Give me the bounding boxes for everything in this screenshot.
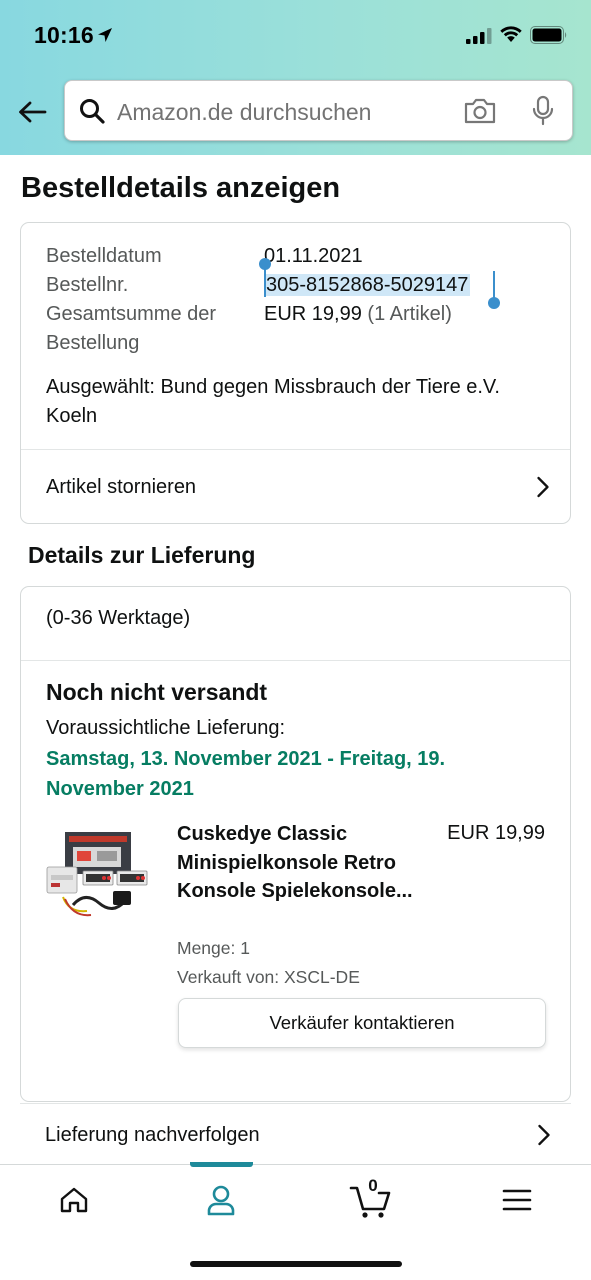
order-total-label: Gesamtsumme der Bestellung <box>46 303 217 354</box>
order-total-items: (1 Artikel) <box>367 303 452 325</box>
status-time: 10:16 <box>34 22 94 48</box>
expected-delivery-label: Voraussichtliche Lieferung: <box>46 717 286 739</box>
cancel-items-row[interactable]: Artikel stornieren <box>21 450 570 524</box>
track-delivery-row[interactable]: Lieferung nachverfolgen <box>20 1104 571 1166</box>
wifi-icon <box>500 26 522 42</box>
order-date-value: 01.11.2021 <box>264 245 363 267</box>
order-number-value[interactable]: 305-8152868-5029147 <box>264 271 471 300</box>
home-icon <box>60 1187 88 1213</box>
cellular-signal-icon <box>466 28 492 44</box>
order-total-amount: EUR 19,99 <box>264 303 362 325</box>
tab-home[interactable] <box>19 1165 129 1235</box>
delivery-section-title: Details zur Lieferung <box>28 542 256 568</box>
product-seller: Verkauft von: XSCL-DE <box>177 967 360 987</box>
page-title: Bestelldetails anzeigen <box>21 172 341 204</box>
selection-start-bar <box>264 267 266 297</box>
battery-icon <box>530 26 567 44</box>
order-number-label: Bestellnr. <box>46 274 129 296</box>
delivery-card: (0-36 Werktage) Noch nicht versandt Vora… <box>20 586 571 1102</box>
search-input[interactable] <box>117 95 447 129</box>
cart-icon-wrap: 0 <box>349 1176 393 1220</box>
delivery-workdays: (0-36 Werktage) <box>46 607 191 629</box>
menu-icon <box>502 1189 532 1211</box>
order-total-value: EUR 19,99 (1 Artikel) <box>264 300 452 329</box>
tab-cart[interactable]: 0 <box>316 1165 426 1235</box>
search-bar[interactable] <box>64 80 573 141</box>
chevron-right-icon <box>538 1124 550 1146</box>
home-indicator <box>190 1261 402 1267</box>
divider <box>21 660 570 661</box>
product-title[interactable]: Cuskedye Classic Minispielkonsole Retro … <box>177 820 427 906</box>
cart-count: 0 <box>368 1176 378 1195</box>
selected-charity: Ausgewählt: Bund gegen Missbrauch der Ti… <box>46 376 500 427</box>
track-delivery-label: Lieferung nachverfolgen <box>45 1123 260 1146</box>
camera-icon[interactable] <box>463 97 497 125</box>
order-date-label: Bestelldatum <box>46 245 162 267</box>
microphone-icon[interactable] <box>531 95 555 127</box>
order-number-selection[interactable]: 305-8152868-5029147 <box>264 274 471 296</box>
tab-menu[interactable] <box>462 1165 572 1235</box>
location-arrow-icon <box>98 28 112 42</box>
selection-start-handle[interactable] <box>259 258 271 270</box>
product-price: EUR 19,99 <box>447 822 545 844</box>
cancel-items-label: Artikel stornieren <box>46 475 197 498</box>
selection-end-handle[interactable] <box>488 297 500 309</box>
product-quantity: Menge: 1 <box>177 938 250 958</box>
product-image[interactable] <box>43 827 155 923</box>
order-summary-card: Bestelldatum 01.11.2021 Bestellnr. 305-8… <box>20 222 571 524</box>
search-icon <box>80 99 105 124</box>
app-header: 10:16 <box>0 0 591 155</box>
chevron-right-icon <box>537 476 549 498</box>
shipment-status: Noch nicht versandt <box>46 679 268 705</box>
arrow-left-icon <box>19 101 47 123</box>
account-icon <box>207 1185 235 1216</box>
back-button[interactable] <box>14 94 50 130</box>
expected-delivery-range: Samstag, 13. November 2021 - Freitag, 19… <box>46 748 446 800</box>
tab-account[interactable] <box>166 1165 276 1235</box>
contact-seller-button[interactable]: Verkäufer kontaktieren <box>178 998 546 1048</box>
